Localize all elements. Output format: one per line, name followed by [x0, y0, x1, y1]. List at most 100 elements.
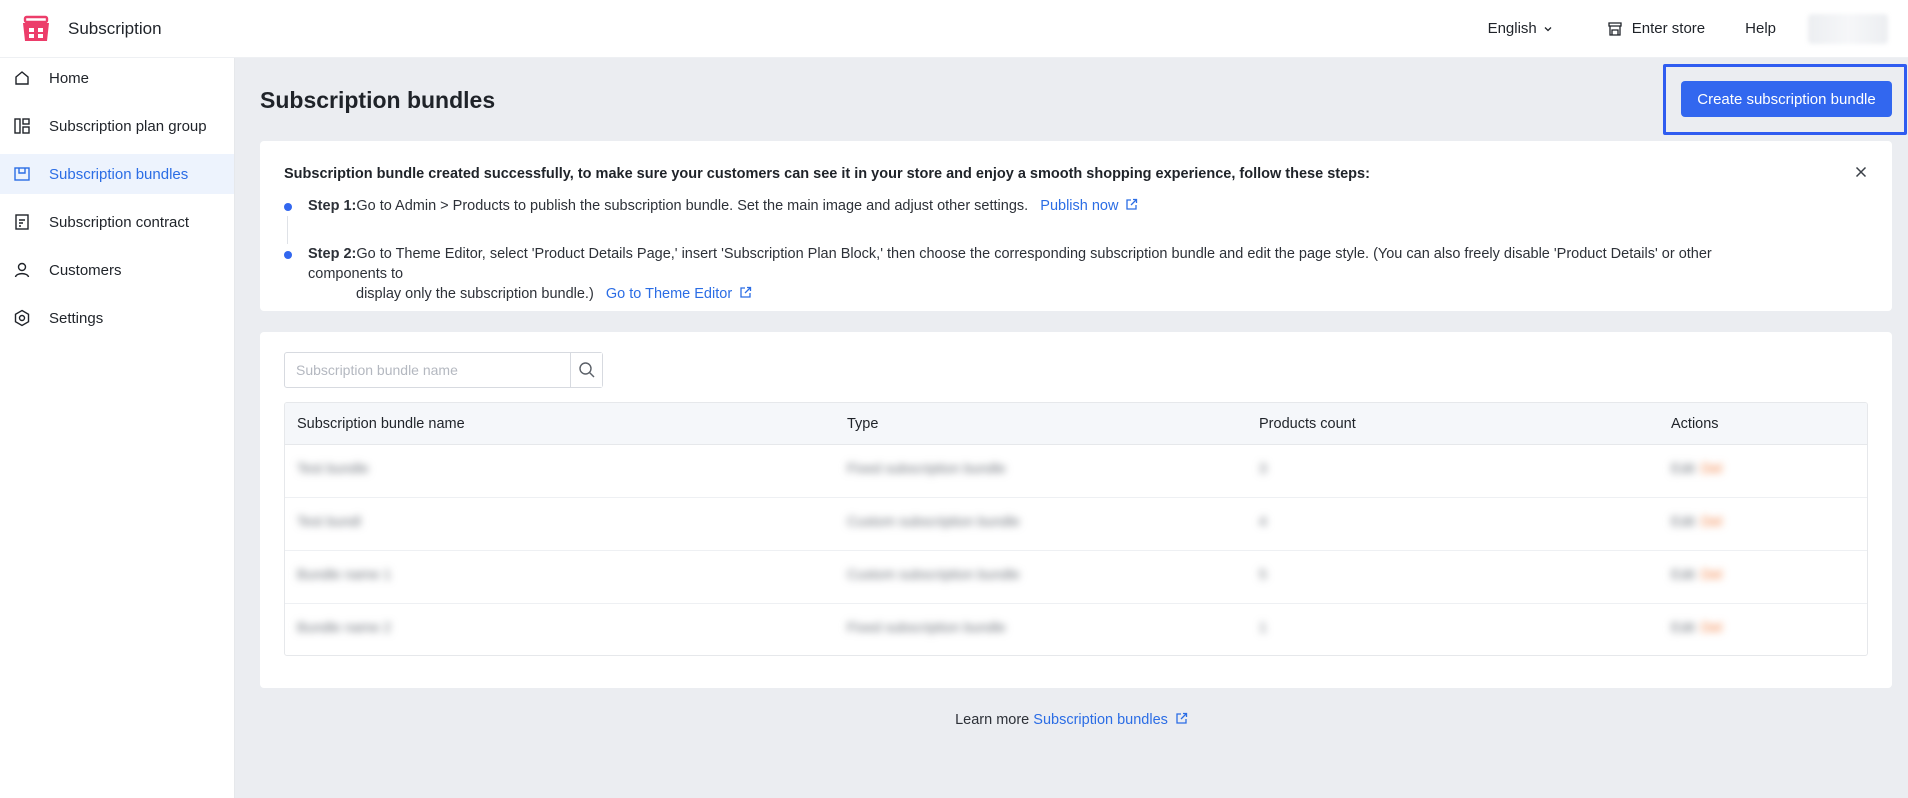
- step-2-label: Step 2:: [308, 246, 357, 262]
- step-1-label: Step 1:: [308, 198, 357, 214]
- subscription-bundles-docs-link[interactable]: Subscription bundles: [1033, 712, 1188, 728]
- step-1-description: Go to Admin > Products to publish the su…: [356, 198, 1029, 214]
- step-1-text: Step 1:Go to Admin > Products to publish…: [308, 196, 1138, 216]
- column-header-products-count: Products count: [1259, 415, 1356, 432]
- help-link[interactable]: Help: [1745, 20, 1776, 37]
- store-icon: [1608, 21, 1622, 36]
- publish-now-link[interactable]: Publish now: [1040, 198, 1138, 214]
- search-button[interactable]: [570, 353, 602, 387]
- theme-editor-label: Go to Theme Editor: [605, 286, 733, 302]
- column-header-name: Subscription bundle name: [297, 415, 465, 432]
- notice-title: Subscription bundle created successfully…: [284, 166, 1370, 182]
- step-2-description-cont: display only the subscription bundle.): [356, 286, 594, 302]
- row-type: Fixed subscription bundle: [847, 460, 1006, 476]
- row-type: Custom subscription bundle: [847, 566, 1020, 582]
- delete-action[interactable]: Del: [1701, 619, 1722, 635]
- step-2: Step 2:Go to Theme Editor, select 'Produ…: [284, 244, 1864, 302]
- publish-now-label: Publish now: [1040, 198, 1119, 214]
- chevron-down-icon: [1544, 26, 1552, 31]
- table-row[interactable]: Bundle name 1 Custom subscription bundle…: [285, 551, 1867, 604]
- sidebar-item-label: Subscription plan group: [49, 117, 207, 135]
- row-actions: Edit Del: [1671, 460, 1722, 476]
- row-products-count: 1: [1259, 619, 1267, 635]
- language-selector[interactable]: English: [1488, 20, 1553, 37]
- top-nav: English Enter store Help: [1488, 13, 1908, 44]
- enter-store-label: Enter store: [1631, 20, 1706, 37]
- sidebar-item-settings[interactable]: Settings: [0, 298, 234, 338]
- bundle-icon: [14, 167, 30, 181]
- edit-action[interactable]: Edit: [1671, 566, 1695, 582]
- row-bundle-name: Test bundle: [297, 460, 369, 476]
- row-products-count: 4: [1259, 513, 1267, 529]
- settings-icon: [14, 309, 30, 327]
- docs-link-label: Subscription bundles: [1033, 712, 1168, 728]
- row-actions: Edit Del: [1671, 566, 1722, 582]
- row-bundle-name: Bundle name 1: [297, 566, 392, 582]
- step-1: Step 1:Go to Admin > Products to publish…: [284, 196, 1864, 244]
- home-icon: [15, 71, 29, 85]
- row-actions: Edit Del: [1671, 619, 1722, 635]
- delete-action[interactable]: Del: [1701, 513, 1722, 529]
- enter-store-link[interactable]: Enter store: [1607, 20, 1705, 37]
- table-row[interactable]: Test bundle Fixed subscription bundle 3 …: [285, 445, 1867, 498]
- row-type: Fixed subscription bundle: [847, 619, 1006, 635]
- sidebar-item-label: Home: [49, 69, 90, 87]
- bundle-table: Subscription bundle name Type Products c…: [284, 402, 1868, 656]
- avatar[interactable]: [1808, 13, 1888, 44]
- table-row[interactable]: Test bundl Custom subscription bundle 4 …: [285, 498, 1867, 551]
- main-content: Subscription bundles Create subscription…: [235, 58, 1908, 798]
- row-type: Custom subscription bundle: [847, 513, 1020, 529]
- row-products-count: 5: [1259, 566, 1267, 582]
- delete-action[interactable]: Del: [1701, 566, 1722, 582]
- contract-icon: [15, 214, 29, 230]
- column-header-type: Type: [847, 415, 879, 432]
- plan-group-icon: [14, 118, 30, 134]
- brand: Subscription: [0, 13, 162, 45]
- success-notice: Subscription bundle created successfully…: [260, 141, 1892, 311]
- step-dot: [284, 251, 292, 259]
- table-header: Subscription bundle name Type Products c…: [285, 403, 1867, 445]
- row-products-count: 3: [1259, 460, 1267, 476]
- sidebar-item-bundles[interactable]: Subscription bundles: [0, 154, 234, 194]
- row-bundle-name: Bundle name 2: [297, 619, 392, 635]
- delete-action[interactable]: Del: [1701, 460, 1722, 476]
- search-box: [284, 352, 603, 388]
- step-dot: [284, 203, 292, 211]
- edit-action[interactable]: Edit: [1671, 513, 1695, 529]
- row-actions: Edit Del: [1671, 513, 1722, 529]
- language-label: English: [1487, 20, 1537, 37]
- sidebar-item-home[interactable]: Home: [0, 58, 234, 98]
- bundle-list-card: Subscription bundle name Type Products c…: [260, 332, 1892, 688]
- shop-logo-icon: [23, 15, 49, 41]
- step-2-text: Step 2:Go to Theme Editor, select 'Produ…: [308, 244, 1778, 304]
- row-bundle-name: Test bundl: [297, 513, 361, 529]
- sidebar: Home Subscription plan group Subscriptio…: [0, 58, 235, 798]
- sidebar-item-label: Customers: [49, 261, 122, 279]
- external-link-icon: [740, 286, 752, 298]
- search-icon: [578, 362, 594, 378]
- search-input[interactable]: [285, 353, 570, 387]
- sidebar-item-plan-group[interactable]: Subscription plan group: [0, 106, 234, 146]
- learn-more-text: Learn more: [955, 712, 1030, 728]
- step-connector: [287, 216, 288, 244]
- sidebar-item-label: Subscription contract: [49, 213, 190, 231]
- external-link-icon: [1176, 712, 1188, 724]
- sidebar-item-label: Subscription bundles: [49, 165, 189, 183]
- table-row[interactable]: Bundle name 2 Fixed subscription bundle …: [285, 604, 1867, 655]
- external-link-icon: [1126, 198, 1138, 210]
- sidebar-item-contract[interactable]: Subscription contract: [0, 202, 234, 242]
- edit-action[interactable]: Edit: [1671, 460, 1695, 476]
- sidebar-item-label: Settings: [49, 309, 104, 327]
- page-title: Subscription bundles: [260, 87, 496, 113]
- close-icon[interactable]: [1854, 165, 1868, 179]
- sidebar-item-customers[interactable]: Customers: [0, 250, 234, 290]
- column-header-actions: Actions: [1671, 415, 1719, 432]
- edit-action[interactable]: Edit: [1671, 619, 1695, 635]
- step-2-description: Go to Theme Editor, select 'Product Deta…: [308, 246, 1712, 282]
- user-icon: [14, 262, 30, 278]
- learn-more-footer: Learn more Subscription bundles: [235, 712, 1908, 728]
- top-bar: Subscription English Enter store Help: [0, 0, 1908, 58]
- create-subscription-bundle-button[interactable]: Create subscription bundle: [1681, 81, 1892, 117]
- app-title: Subscription: [68, 18, 162, 38]
- go-to-theme-editor-link[interactable]: Go to Theme Editor: [606, 286, 752, 302]
